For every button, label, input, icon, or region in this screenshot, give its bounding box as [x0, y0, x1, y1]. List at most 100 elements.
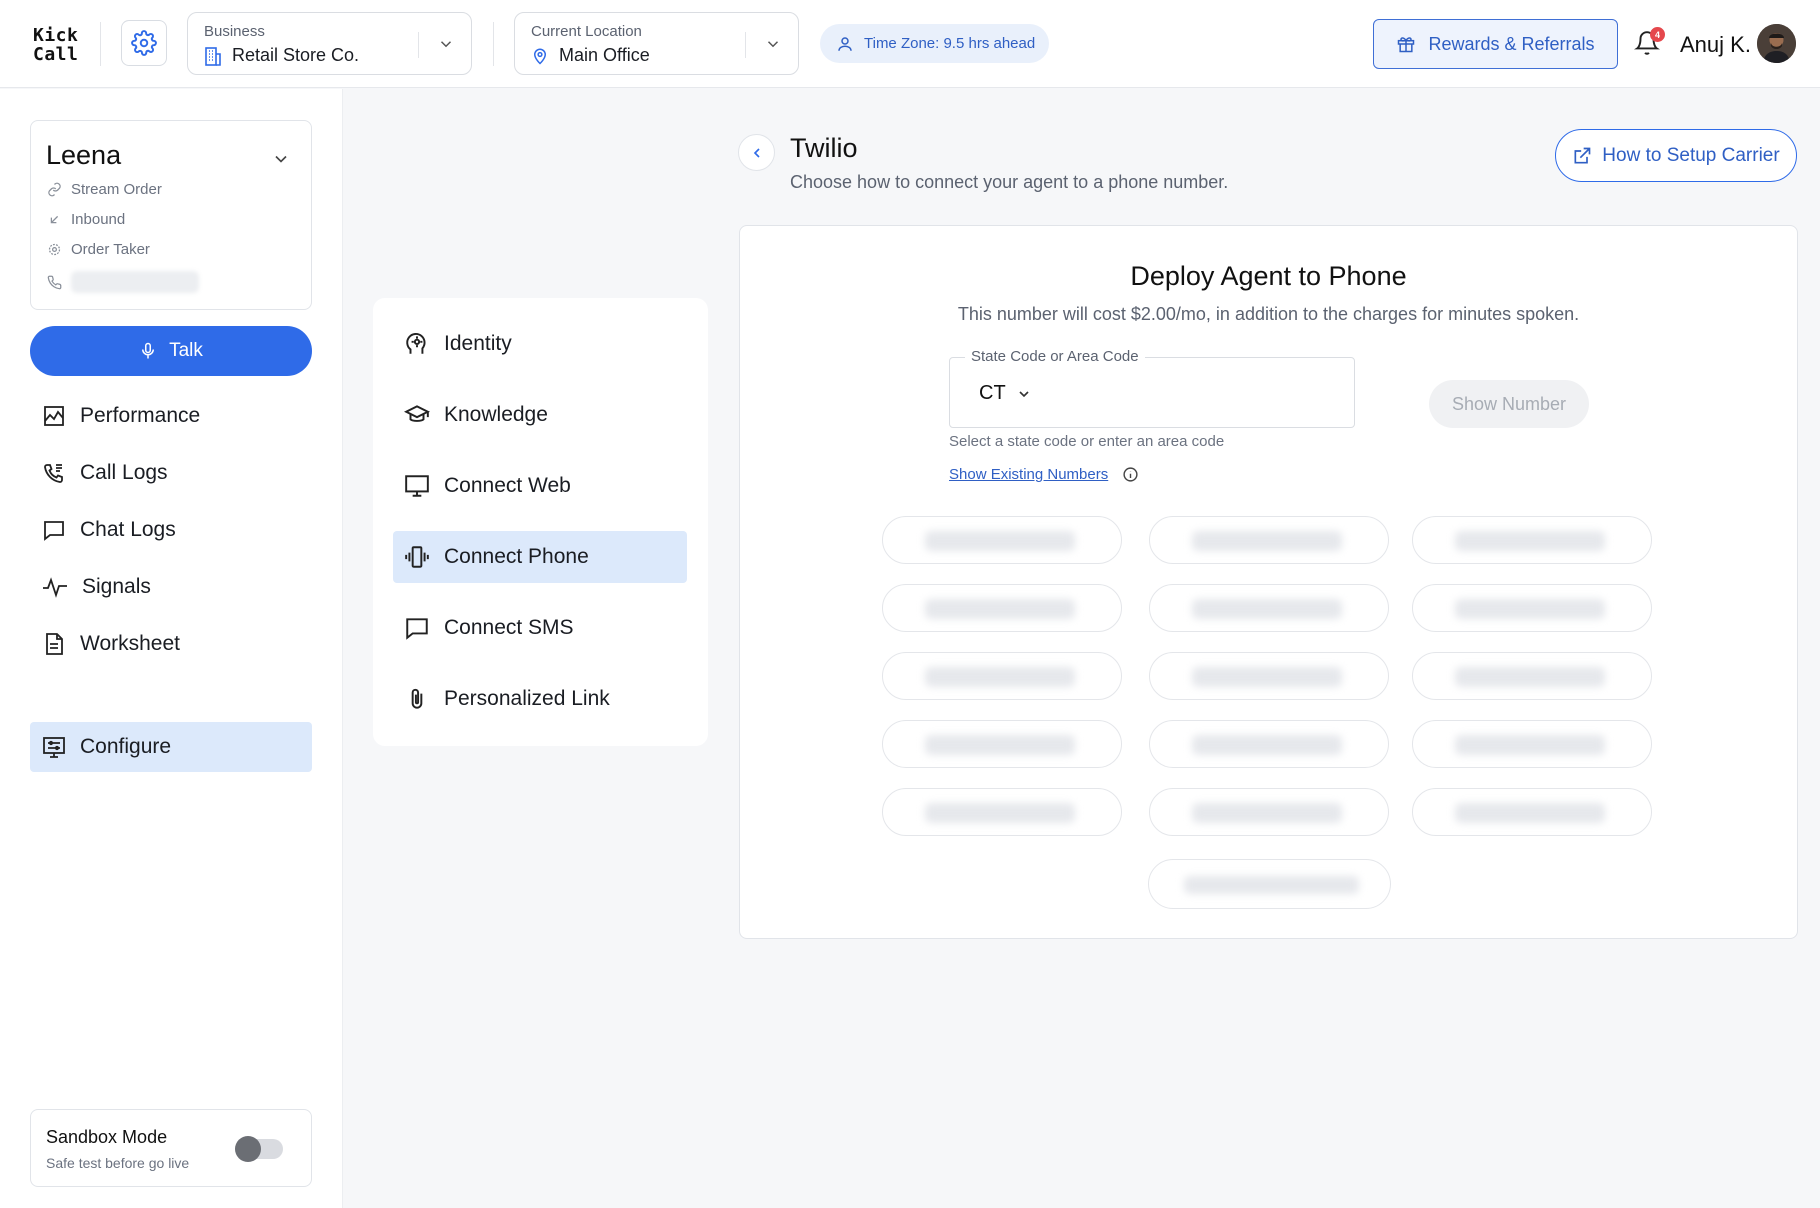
phone-number-option[interactable]: [1412, 516, 1652, 564]
phone-number-option[interactable]: [882, 516, 1122, 564]
vibrating-phone-icon: [404, 544, 430, 570]
sidebar-item-call-logs[interactable]: Call Logs: [30, 448, 312, 498]
sidebar-item-performance[interactable]: Performance: [30, 391, 312, 441]
kickcall-logo[interactable]: Kick Call: [33, 26, 78, 64]
timezone-badge[interactable]: Time Zone: 9.5 hrs ahead: [820, 24, 1050, 63]
agent-card[interactable]: Leena Stream Order Inbound Order Taker: [30, 120, 312, 310]
phone-number-option[interactable]: [882, 788, 1122, 836]
config-item-label: Connect SMS: [444, 616, 574, 639]
sidebar-item-label: Configure: [80, 735, 172, 758]
phone-number-option[interactable]: [1149, 652, 1389, 700]
sidebar-item-chat-logs[interactable]: Chat Logs: [30, 505, 312, 555]
how-to-setup-carrier-button[interactable]: How to Setup Carrier: [1555, 129, 1797, 182]
configure-icon: [42, 735, 66, 759]
external-link-icon: [1572, 146, 1592, 166]
config-item-label: Connect Phone: [444, 545, 589, 568]
sidebar-item-worksheet[interactable]: Worksheet: [30, 619, 312, 669]
page-title: Twilio: [790, 133, 858, 163]
config-item-connect-sms[interactable]: Connect SMS: [393, 602, 687, 654]
notification-badge: 4: [1650, 27, 1665, 42]
page-subtitle: Choose how to connect your agent to a ph…: [790, 172, 1229, 192]
phone-number-option[interactable]: [1412, 584, 1652, 632]
redacted-number: [1192, 531, 1342, 551]
config-item-knowledge[interactable]: Knowledge: [393, 389, 687, 441]
deploy-title: Deploy Agent to Phone: [1130, 261, 1407, 291]
monitor-icon: [404, 473, 430, 499]
chat-icon: [42, 518, 66, 542]
phone-number-option[interactable]: [1149, 788, 1389, 836]
redacted-number: [1192, 667, 1342, 687]
location-select[interactable]: Current Location Main Office: [514, 12, 799, 75]
settings-button[interactable]: [121, 20, 167, 66]
state-code-label: State Code or Area Code: [965, 348, 1145, 365]
sidebar-item-label: Performance: [80, 404, 201, 427]
document-icon: [42, 632, 66, 656]
load-more-button[interactable]: [1148, 859, 1391, 909]
phone-number-option[interactable]: [1412, 720, 1652, 768]
redacted-number: [1455, 531, 1605, 551]
state-code-helper: Select a state code or enter an area cod…: [949, 433, 1225, 450]
phone-number-option[interactable]: [1149, 516, 1389, 564]
redacted-label: [1184, 876, 1359, 894]
config-item-label: Identity: [444, 332, 512, 355]
chevron-down-icon[interactable]: [271, 149, 291, 169]
back-button[interactable]: [738, 134, 775, 171]
rewards-referrals-button[interactable]: Rewards & Referrals: [1373, 19, 1618, 69]
sidebar-item-configure[interactable]: Configure: [30, 722, 312, 772]
redacted-number: [1455, 803, 1605, 823]
redacted-number: [1192, 803, 1342, 823]
chevron-down-icon: [437, 35, 455, 53]
gift-icon: [1396, 34, 1416, 54]
setup-label: How to Setup Carrier: [1602, 144, 1780, 166]
select-separator: [418, 32, 419, 58]
map-pin-icon: [531, 46, 549, 66]
config-menu: Identity Knowledge Connect Web Connect P…: [373, 298, 708, 746]
sandbox-mode-card: Sandbox Mode Safe test before go live: [30, 1109, 312, 1187]
config-item-connect-web[interactable]: Connect Web: [393, 460, 687, 512]
logo-line-2: Call: [33, 44, 79, 65]
sandbox-toggle[interactable]: [235, 1136, 283, 1162]
state-code-value: CT: [979, 382, 1006, 404]
sidebar-item-label: Signals: [82, 575, 151, 598]
phone-number-option[interactable]: [1412, 788, 1652, 836]
info-icon[interactable]: [1122, 466, 1139, 483]
sidebar-item-signals[interactable]: Signals: [30, 562, 312, 612]
business-select[interactable]: Business Retail Store Co.: [187, 12, 472, 75]
graduation-cap-icon: [404, 402, 430, 428]
phone-number-option[interactable]: [882, 584, 1122, 632]
talk-label: Talk: [169, 340, 203, 361]
gear-icon: [47, 242, 62, 257]
user-name[interactable]: Anuj K.: [1680, 32, 1751, 58]
phone-number-option[interactable]: [882, 720, 1122, 768]
redacted-number: [1455, 667, 1605, 687]
chevron-down-icon: [1016, 386, 1032, 402]
redacted-number: [925, 599, 1075, 619]
sidebar-item-label: Worksheet: [80, 632, 180, 655]
location-label: Current Location: [531, 23, 642, 40]
show-existing-numbers-link[interactable]: Show Existing Numbers: [949, 466, 1139, 483]
config-item-personalized-link[interactable]: Personalized Link: [393, 673, 687, 725]
phone-number-option[interactable]: [1149, 584, 1389, 632]
redacted-number: [925, 803, 1075, 823]
agent-meta-role: Order Taker: [47, 241, 150, 258]
select-separator: [745, 32, 746, 58]
show-number-button[interactable]: Show Number: [1429, 380, 1589, 428]
redacted-number: [1192, 735, 1342, 755]
agent-name: Leena: [46, 140, 122, 170]
phone-number-option[interactable]: [882, 652, 1122, 700]
phone-number-option[interactable]: [1149, 720, 1389, 768]
existing-link-label: Show Existing Numbers: [949, 466, 1109, 483]
phone-number-option[interactable]: [1412, 652, 1652, 700]
config-item-connect-phone[interactable]: Connect Phone: [393, 531, 687, 583]
config-item-identity[interactable]: Identity: [393, 318, 687, 370]
avatar[interactable]: [1757, 24, 1796, 63]
config-item-label: Personalized Link: [444, 687, 610, 710]
talk-button[interactable]: Talk: [30, 326, 312, 376]
divider: [493, 22, 494, 66]
state-code-select[interactable]: CT: [979, 382, 1032, 405]
timezone-text: Time Zone: 9.5 hrs ahead: [864, 35, 1036, 52]
microphone-icon: [139, 341, 157, 361]
state-code-field[interactable]: State Code or Area Code CT: [949, 348, 1355, 428]
gear-icon: [131, 30, 157, 56]
pulse-icon: [42, 575, 68, 599]
